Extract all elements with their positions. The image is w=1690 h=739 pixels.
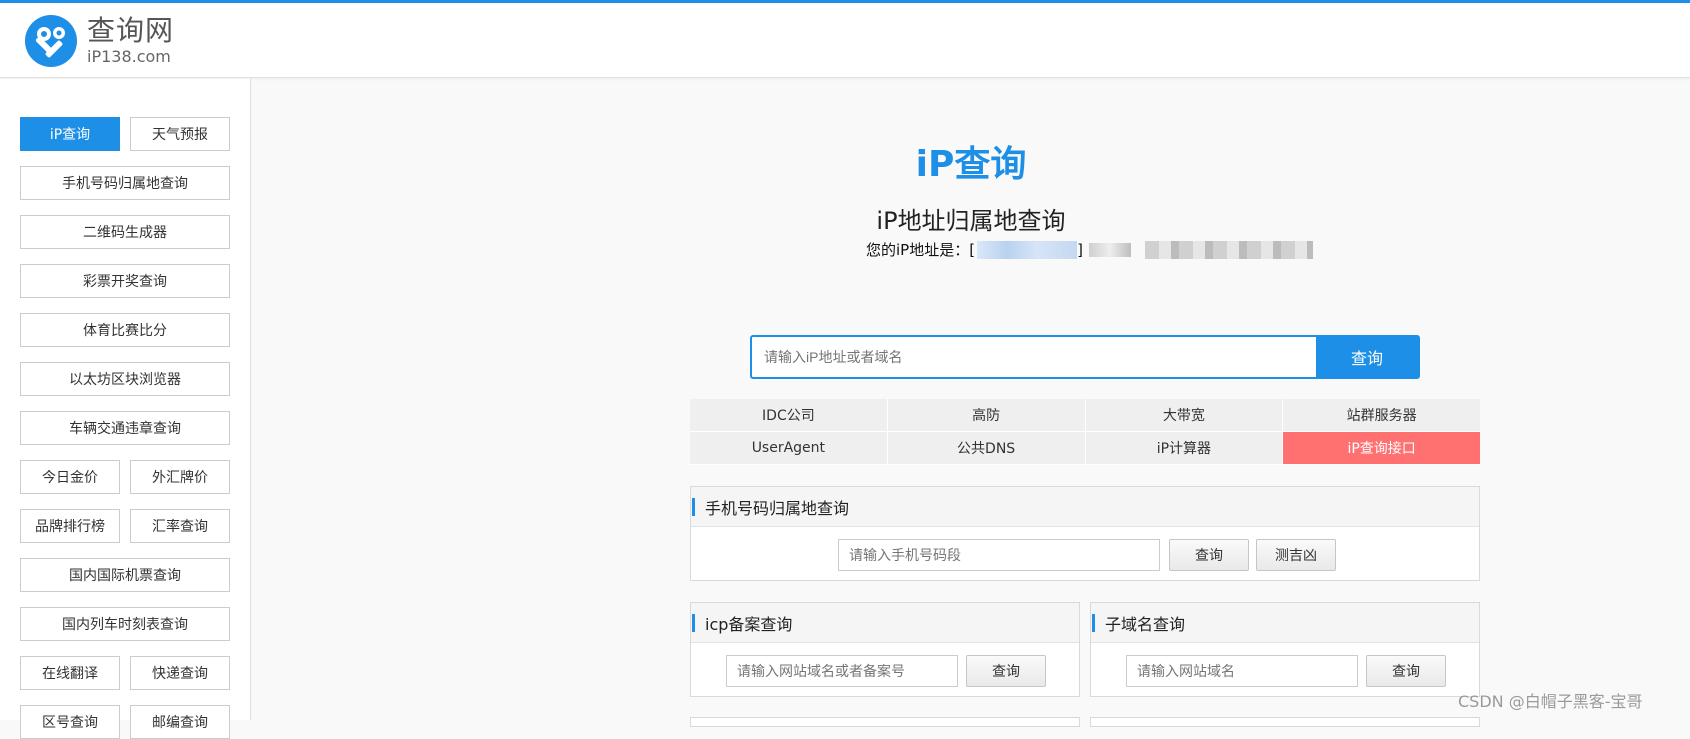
phone-lookup-panel: 手机号码归属地查询 查询 测吉凶 <box>690 486 1480 581</box>
sidebar-item-ethereum[interactable]: 以太坊区块浏览器 <box>20 362 230 396</box>
link-site-cluster[interactable]: 站群服务器 <box>1283 399 1480 431</box>
link-bandwidth[interactable]: 大带宽 <box>1085 399 1283 431</box>
sidebar: iP查询 天气预报 手机号码归属地查询 二维码生成器 彩票开奖查询 体育比赛比分… <box>0 79 251 739</box>
ip-value-blurred <box>977 240 1078 259</box>
panel-title: 手机号码归属地查询 <box>705 498 850 518</box>
quick-links-grid: IDC公司 高防 大带宽 站群服务器 UserAgent 公共DNS iP计算器… <box>690 399 1480 465</box>
lower-panel-left <box>690 717 1080 727</box>
sidebar-item-qrcode[interactable]: 二维码生成器 <box>20 215 230 249</box>
phone-input[interactable] <box>838 539 1160 571</box>
sidebar-item-area-code[interactable]: 区号查询 <box>20 705 120 739</box>
sidebar-item-sports[interactable]: 体育比赛比分 <box>20 313 230 347</box>
panel-title: 子域名查询 <box>1105 614 1186 634</box>
logo-title: 查询网 <box>87 14 175 47</box>
subdomain-panel: 子域名查询 查询 <box>1090 602 1480 697</box>
link-useragent[interactable]: UserAgent <box>690 432 887 464</box>
ip-location-blurred <box>1144 240 1313 259</box>
sidebar-item-forex[interactable]: 外汇牌价 <box>130 460 230 494</box>
ip-close-bracket: ] <box>1077 240 1083 259</box>
panel-title: icp备案查询 <box>705 614 793 634</box>
sidebar-item-postcode[interactable]: 邮编查询 <box>130 705 230 739</box>
link-ip-api[interactable]: iP查询接口 <box>1283 432 1480 464</box>
ip-extra-blurred <box>1088 242 1131 257</box>
sidebar-item-phone-lookup[interactable]: 手机号码归属地查询 <box>20 166 230 200</box>
sidebar-item-traffic[interactable]: 车辆交通违章查询 <box>20 411 230 445</box>
ip-search-bar: 查询 <box>750 335 1420 379</box>
lower-panel-right <box>1090 717 1480 727</box>
page-title: iP查询 <box>915 144 1027 185</box>
site-logo[interactable]: 查询网 iP138.com <box>25 15 174 67</box>
panel-accent-bar <box>692 497 695 516</box>
your-ip-line: 您的iP地址是：[ ] <box>866 239 1313 260</box>
sidebar-item-flights[interactable]: 国内国际机票查询 <box>20 558 230 592</box>
sidebar-item-exchange-rate[interactable]: 汇率查询 <box>130 509 230 543</box>
wrench-icon <box>25 15 77 67</box>
sidebar-item-gold-price[interactable]: 今日金价 <box>20 460 120 494</box>
sidebar-item-translate[interactable]: 在线翻译 <box>20 656 120 690</box>
link-ddos-protection[interactable]: 高防 <box>887 399 1085 431</box>
ip-label: 您的iP地址是：[ <box>866 241 976 259</box>
icp-input[interactable] <box>726 655 958 687</box>
sidebar-item-lottery[interactable]: 彩票开奖查询 <box>20 264 230 298</box>
page-subtitle: iP地址归属地查询 <box>876 207 1066 235</box>
sidebar-item-brand-rank[interactable]: 品牌排行榜 <box>20 509 120 543</box>
subdomain-query-button[interactable]: 查询 <box>1366 655 1446 687</box>
watermark: CSDN @白帽子黑客-宝哥 <box>1458 692 1643 711</box>
panel-accent-bar <box>1092 613 1095 632</box>
ip-search-button[interactable]: 查询 <box>1316 337 1418 377</box>
link-public-dns[interactable]: 公共DNS <box>887 432 1085 464</box>
subdomain-input[interactable] <box>1126 655 1358 687</box>
phone-query-button[interactable]: 查询 <box>1169 539 1249 571</box>
ip-search-input[interactable] <box>752 337 1316 377</box>
sidebar-item-weather[interactable]: 天气预报 <box>130 117 230 151</box>
link-ip-calculator[interactable]: iP计算器 <box>1085 432 1283 464</box>
icp-panel: icp备案查询 查询 <box>690 602 1080 697</box>
icp-query-button[interactable]: 查询 <box>966 655 1046 687</box>
sidebar-item-trains[interactable]: 国内列车时刻表查询 <box>20 607 230 641</box>
panel-accent-bar <box>692 613 695 632</box>
phone-fortune-button[interactable]: 测吉凶 <box>1256 539 1336 571</box>
sidebar-item-express[interactable]: 快递查询 <box>130 656 230 690</box>
main-content: iP查询 iP地址归属地查询 您的iP地址是：[ ] 查询 IDC公司 高防 大… <box>252 79 1690 727</box>
link-idc[interactable]: IDC公司 <box>690 399 887 431</box>
logo-subtitle: iP138.com <box>87 47 171 66</box>
sidebar-item-ip-query[interactable]: iP查询 <box>20 117 120 151</box>
site-header: 查询网 iP138.com <box>0 3 1690 78</box>
